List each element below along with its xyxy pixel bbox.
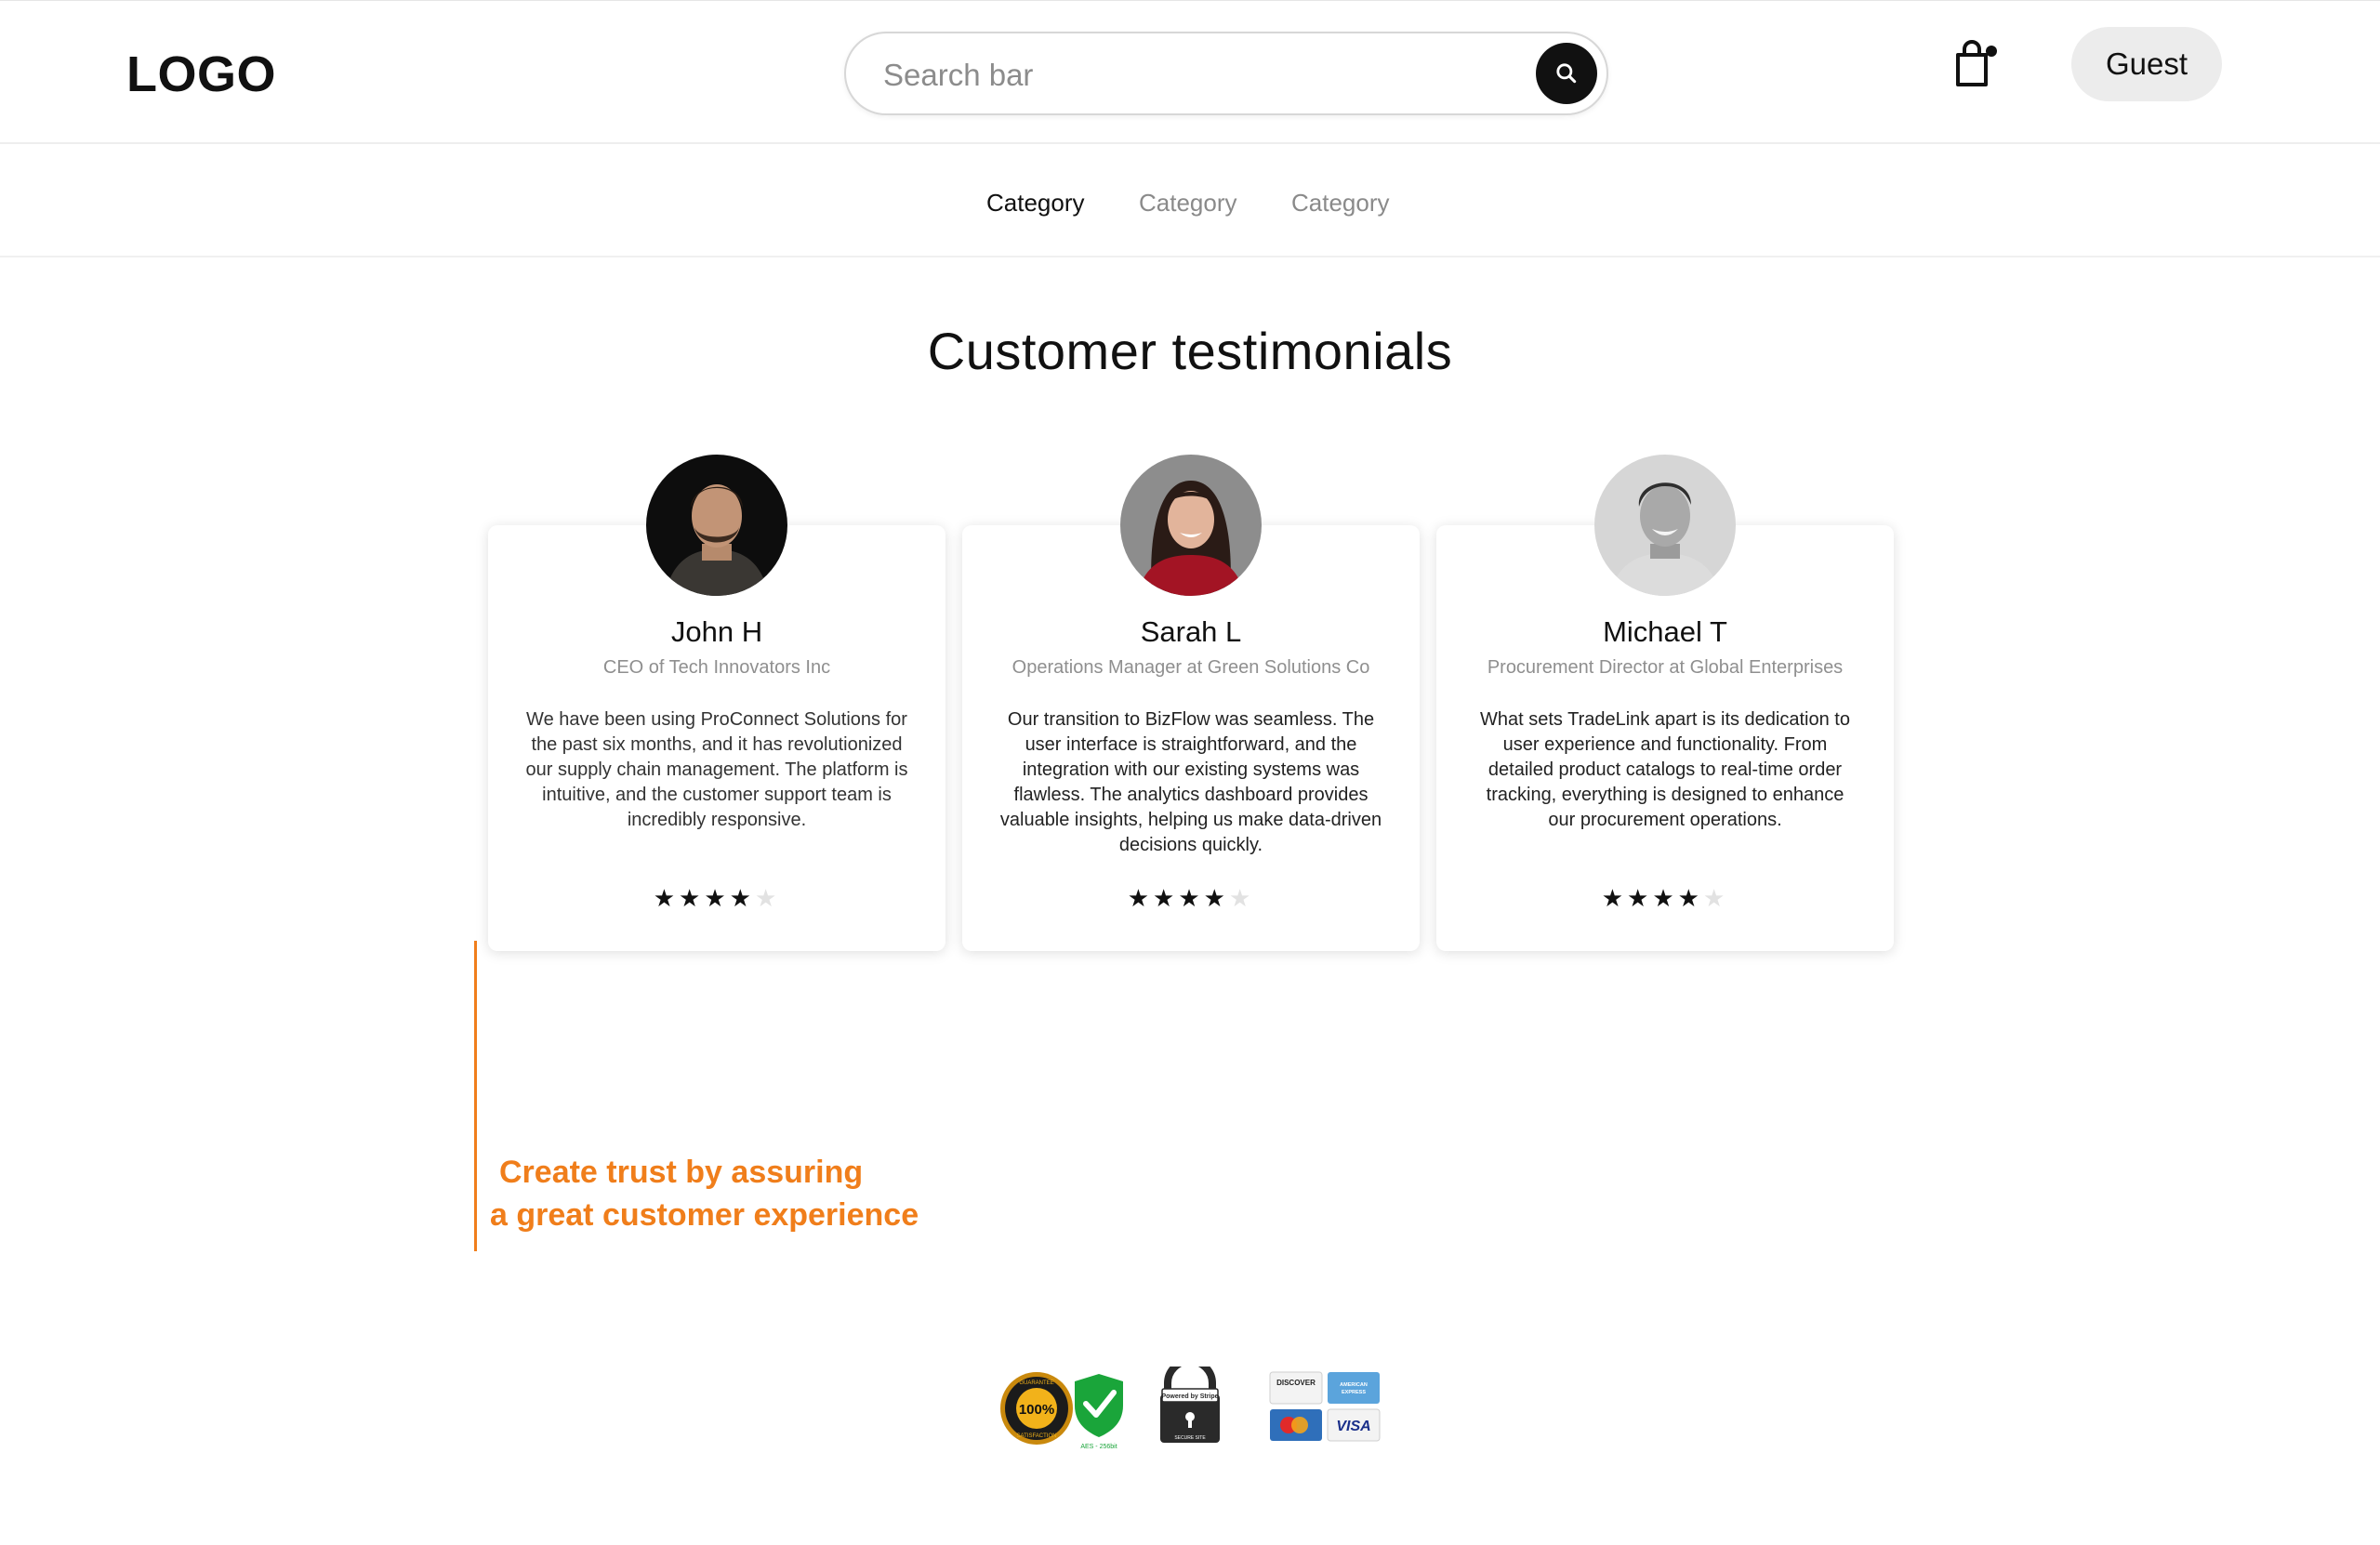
star-empty-icon: ★: [754, 884, 781, 912]
star-rating: ★★★★★: [1436, 884, 1894, 913]
star-filled-icon: ★: [1652, 884, 1678, 912]
site-header: LOGO Guest: [0, 0, 2380, 144]
annotation-line-2: a great customer experience: [490, 1197, 919, 1233]
shopping-bag-button[interactable]: [1952, 38, 1999, 90]
svg-text:EXPRESS: EXPRESS: [1342, 1390, 1366, 1395]
testimonial-name: John H: [670, 615, 763, 648]
svg-text:100%: 100%: [1019, 1402, 1054, 1418]
star-filled-icon: ★: [1127, 884, 1154, 912]
star-filled-icon: ★: [1601, 884, 1628, 912]
search-button[interactable]: [1536, 43, 1597, 104]
annotation-callout: Create trust by assuring a great custome…: [490, 1151, 919, 1236]
security-shield-icon: AES - 256bit: [1075, 1374, 1123, 1450]
category-link-1[interactable]: Category: [986, 189, 1085, 218]
shopping-bag-icon: [1956, 40, 1997, 86]
testimonial-role: Procurement Director at Global Enterpris…: [1487, 657, 1844, 678]
svg-text:AMERICAN: AMERICAN: [1340, 1382, 1368, 1388]
logo[interactable]: LOGO: [126, 46, 276, 103]
avatar-sarah: [1120, 455, 1262, 596]
star-filled-icon: ★: [1677, 884, 1703, 912]
star-rating: ★★★★★: [488, 884, 945, 913]
stripe-lock-icon: Powered by Stripe SECURE SITE: [1160, 1357, 1220, 1443]
annotation-line-1: Create trust by assuring: [499, 1155, 864, 1190]
star-empty-icon: ★: [1228, 884, 1255, 912]
testimonial-name: Michael T: [1603, 615, 1727, 648]
svg-text:SATISFACTION: SATISFACTION: [1017, 1433, 1057, 1439]
testimonial-quote: Our transition to BizFlow was seamless. …: [999, 709, 1382, 855]
category-link-3[interactable]: Category: [1291, 189, 1390, 218]
star-filled-icon: ★: [1203, 884, 1229, 912]
svg-text:AES - 256bit: AES - 256bit: [1080, 1444, 1117, 1450]
trust-badges: 100% GUARANTEE SATISFACTION AES - 256bit…: [995, 1357, 1385, 1450]
search-input[interactable]: [883, 52, 1497, 99]
svg-text:Powered by Stripe: Powered by Stripe: [1161, 1393, 1218, 1400]
search-icon: [1556, 63, 1577, 84]
guest-account-button[interactable]: Guest: [2071, 27, 2222, 101]
category-nav: Category Category Category: [0, 144, 2380, 258]
page: LOGO Guest Category Category Category Cu: [0, 0, 2380, 1545]
notification-dot-icon: [1986, 46, 1997, 57]
star-filled-icon: ★: [729, 884, 755, 912]
star-filled-icon: ★: [653, 884, 680, 912]
svg-text:DISCOVER: DISCOVER: [1276, 1379, 1316, 1387]
guarantee-seal-icon: 100% GUARANTEE SATISFACTION: [1000, 1372, 1073, 1445]
annotation-line: [474, 941, 477, 1251]
testimonial-role: CEO of Tech Innovators Inc: [602, 657, 831, 678]
testimonial-quote: We have been using ProConnect Solutions …: [525, 709, 908, 830]
testimonial-name: Sarah L: [1140, 615, 1242, 648]
testimonial-quote: What sets TradeLink apart is its dedicat…: [1480, 709, 1850, 830]
payment-cards-icon: DISCOVER AMERICAN EXPRESS VISA: [1269, 1371, 1381, 1442]
search-bar: [844, 32, 1608, 115]
testimonial-role: Operations Manager at Green Solutions Co: [1012, 657, 1370, 678]
star-filled-icon: ★: [1627, 884, 1653, 912]
star-filled-icon: ★: [679, 884, 705, 912]
svg-text:VISA: VISA: [1336, 1419, 1370, 1434]
star-filled-icon: ★: [1178, 884, 1204, 912]
category-link-2[interactable]: Category: [1139, 189, 1237, 218]
avatar-michael: [1594, 455, 1736, 596]
section-title: Customer testimonials: [927, 322, 1453, 380]
star-empty-icon: ★: [1702, 884, 1729, 912]
star-filled-icon: ★: [704, 884, 730, 912]
star-rating: ★★★★★: [962, 884, 1420, 913]
svg-text:SECURE SITE: SECURE SITE: [1174, 1435, 1206, 1441]
svg-text:GUARANTEE: GUARANTEE: [1019, 1380, 1053, 1386]
avatar-john: [646, 455, 787, 596]
star-filled-icon: ★: [1153, 884, 1179, 912]
